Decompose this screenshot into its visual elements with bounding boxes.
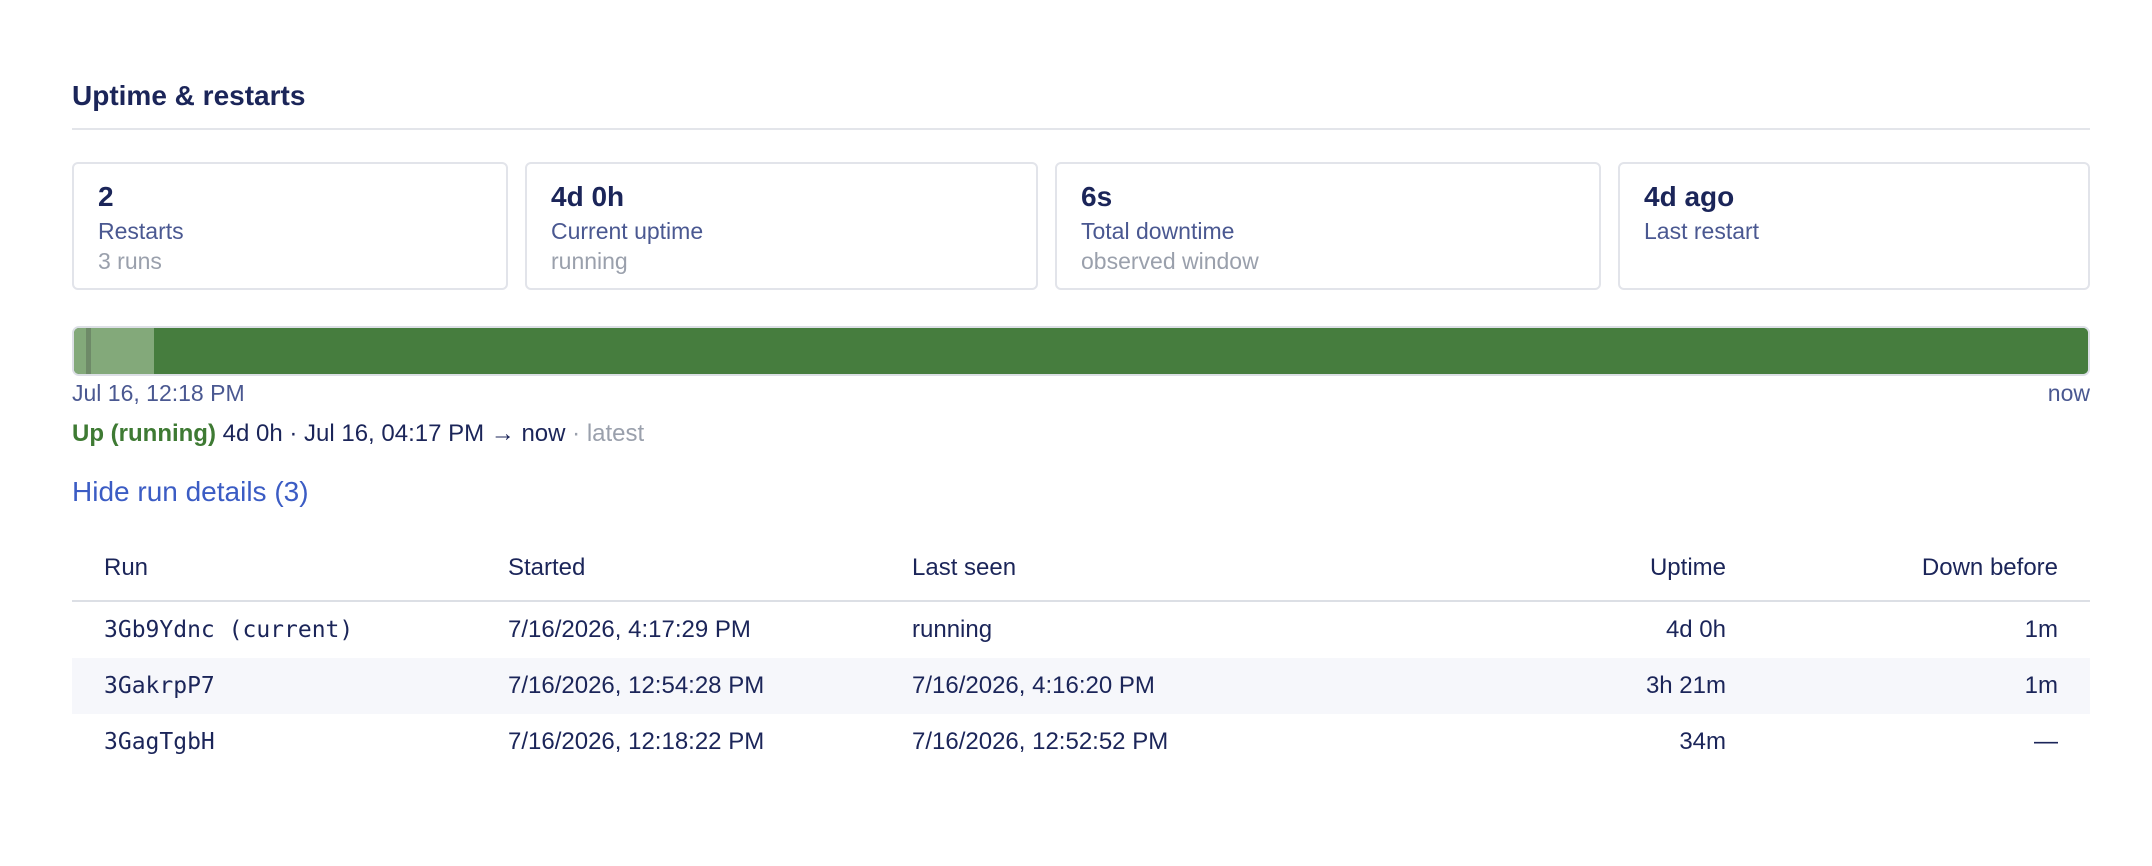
total-downtime-card: 6s Total downtime observed window <box>1055 162 1601 290</box>
restarts-card: 2 Restarts 3 runs <box>72 162 508 290</box>
uptime-timeline <box>72 326 2090 376</box>
run-started: 7/16/2026, 4:17:29 PM <box>508 616 751 643</box>
total-downtime-sub: observed window <box>1081 248 1259 274</box>
section-title: Uptime & restarts <box>72 80 306 111</box>
header-down-before: Down before <box>1758 536 2090 602</box>
run-id: 3Gb9Ydnc (current) <box>104 617 354 643</box>
current-uptime-card: 4d 0h Current uptime running <box>525 162 1038 290</box>
header-run: Run <box>72 536 476 602</box>
run-started: 7/16/2026, 12:54:28 PM <box>476 658 880 714</box>
last-restart-label: Last restart <box>1644 218 1760 244</box>
current-uptime-value: 4d 0h <box>551 181 625 212</box>
table-header-row: Run Started Last seen Uptime Down before <box>72 536 2090 602</box>
run-uptime: 4d 0h <box>1665 616 1726 643</box>
timeline-run-segment[interactable] <box>74 328 86 374</box>
run-down-before: — <box>2034 728 2058 755</box>
last-restart-card: 4d ago Last restart <box>1618 162 2090 290</box>
run-last-seen: 7/16/2026, 12:52:52 PM <box>912 728 1169 755</box>
restarts-value: 2 <box>98 181 114 212</box>
table-row: 3GagTgbH 7/16/2026, 12:18:22 PM 7/16/202… <box>72 714 2090 770</box>
run-uptime: 3h 21m <box>1364 658 1758 714</box>
timeline-run-segment[interactable] <box>91 328 154 374</box>
run-started: 7/16/2026, 12:18:22 PM <box>508 728 765 755</box>
current-uptime-label: Current uptime <box>551 218 704 244</box>
run-id: 3GakrpP7 <box>72 658 476 714</box>
table-row: 3GakrpP7 7/16/2026, 12:54:28 PM 7/16/202… <box>72 658 2090 714</box>
run-detail: 4d 0h · Jul 16, 04:17 PM → now <box>222 420 566 447</box>
last-restart-value: 4d ago <box>1644 181 1735 212</box>
total-downtime-label: Total downtime <box>1081 218 1235 244</box>
restarts-label: Restarts <box>98 218 184 244</box>
run-status-line: Up (running) 4d 0h · Jul 16, 04:17 PM → … <box>72 420 644 448</box>
run-state: Up (running) <box>72 420 216 447</box>
timeline-start-label: Jul 16, 12:18 PM <box>72 380 245 406</box>
restarts-sub: 3 runs <box>98 248 162 274</box>
run-down-before: 1m <box>1758 658 2090 714</box>
title-divider <box>72 128 2090 130</box>
run-last-seen: running <box>912 616 993 643</box>
timeline-current-run-segment[interactable] <box>154 328 2088 374</box>
run-last-seen: 7/16/2026, 4:16:20 PM <box>880 658 1364 714</box>
header-last-seen: Last seen <box>880 536 1364 602</box>
header-uptime: Uptime <box>1364 536 1758 602</box>
stat-cards: 2 Restarts 3 runs 4d 0h Current uptime r… <box>72 162 2090 294</box>
hide-run-details-link[interactable]: Hide run details (3) <box>72 476 309 508</box>
header-started: Started <box>476 536 880 602</box>
table-row: 3Gb9Ydnc (current) 7/16/2026, 4:17:29 PM… <box>72 601 2090 658</box>
run-down-before: 1m <box>2024 616 2058 643</box>
run-id: 3GagTgbH <box>104 729 215 755</box>
runs-table: Run Started Last seen Uptime Down before… <box>72 536 2090 770</box>
run-uptime: 34m <box>1679 728 1726 755</box>
run-tag: · latest <box>572 420 645 447</box>
timeline-end-label: now <box>2047 380 2090 406</box>
total-downtime-value: 6s <box>1081 181 1113 212</box>
current-uptime-sub: running <box>551 248 628 274</box>
